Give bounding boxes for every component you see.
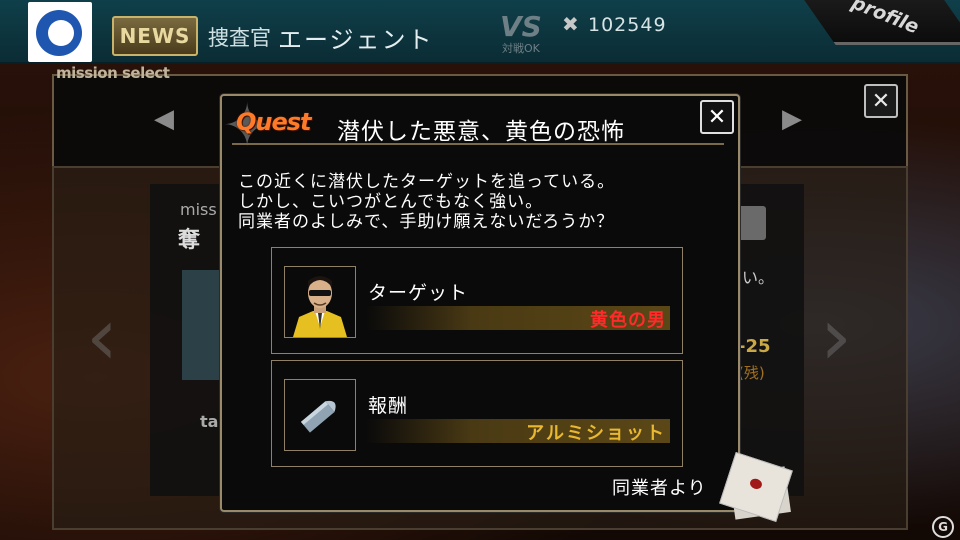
target-box: ターゲット 黄色の男 [271,247,683,354]
mission-close-button[interactable]: ✕ [864,84,898,118]
nav-left-chevron-icon[interactable]: ‹ [86,290,118,383]
app-logo-icon[interactable] [28,2,92,62]
quest-close-button[interactable]: ✕ [700,100,734,134]
arrow-left-icon[interactable]: ◀ [154,104,174,134]
crossed-tools-icon: ✖ [562,12,579,36]
points-value: 102549 [588,14,667,36]
quest-description-line: 同業者のよしみで、手助け願えないだろうか？ [238,212,615,232]
mission-card-ta: ta [200,412,219,431]
mission-card-title: 奪 [178,228,201,253]
mission-card-date: -25 [738,336,771,357]
news-button[interactable]: NEWS [112,16,198,56]
quest-description-line: この近くに潜伏したターゲットを追っている。 [238,172,616,192]
yellow-man-portrait [284,266,356,338]
mission-thumbnail [182,270,220,380]
target-value: 黄色の男 [590,310,666,331]
agent-name: エージェント [278,26,434,54]
quest-logo: Quest [236,108,312,136]
target-label: ターゲット [368,282,469,304]
watermark-icon: G [932,516,954,538]
quest-description-line: しかし、こいつがとんでもなく強い。 [238,192,544,212]
bullet-icon [284,379,356,451]
quest-header-divider [232,143,724,145]
close-icon: ✕ [871,88,891,114]
mission-card-text: い。 [742,268,775,287]
nav-right-chevron-icon[interactable]: › [820,290,852,383]
reward-label: 報酬 [368,395,409,417]
quest-title: 潜伏した悪意、黄色の恐怖 [337,119,625,145]
vs-logo: VS [500,10,542,43]
mission-card-label: miss [180,200,217,219]
mission-select-label: mission select [56,64,170,82]
mission-card-sub: (残) [738,364,765,382]
mission-dropdown[interactable] [736,206,766,240]
vs-ok-label: 対戦OK [502,42,540,55]
from-label: 同業者より [612,478,707,499]
quest-description: この近くに潜伏したターゲットを追っている。 しかし、こいつがとんでもなく強い。 … [238,172,698,232]
rank-label: 捜査官 [208,26,271,50]
reward-value: アルミショット [526,423,666,444]
reward-box: 報酬 アルミショット [271,360,683,467]
arrow-right-icon[interactable]: ▶ [782,104,802,134]
close-icon: ✕ [707,104,727,130]
